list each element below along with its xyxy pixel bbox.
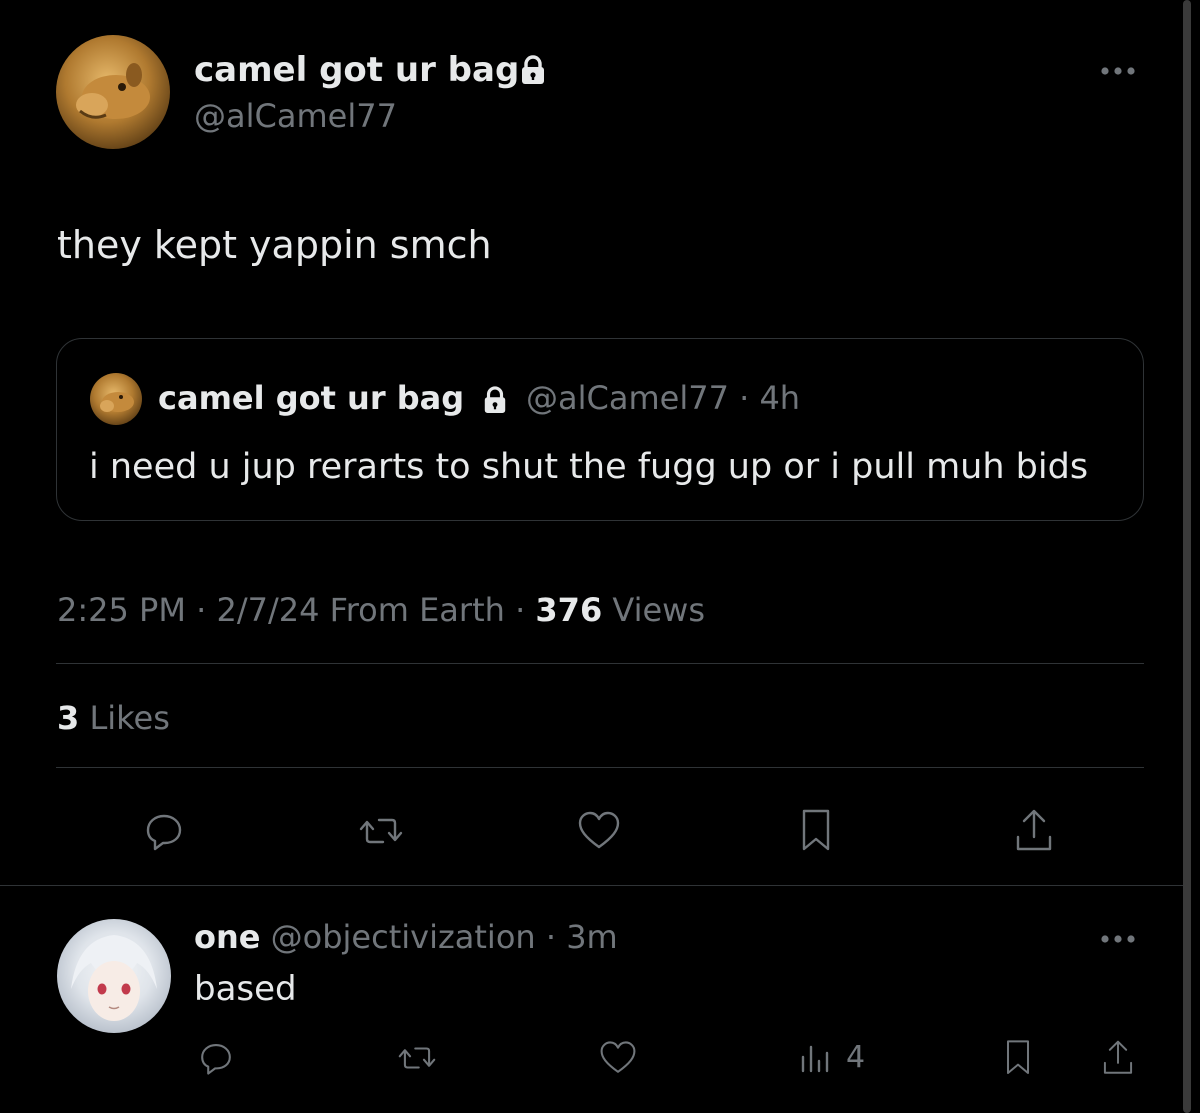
reply-time[interactable]: 3m	[566, 918, 618, 956]
views-stat[interactable]: 4	[798, 1034, 865, 1082]
bookmark-icon[interactable]	[994, 1034, 1042, 1082]
author-display-name[interactable]: camel got ur bag	[194, 48, 519, 92]
tweet-time[interactable]: 2:25 PM	[57, 591, 186, 629]
separator-dot: ·	[515, 591, 526, 629]
quoted-text: i need u jup rerarts to shut the fugg up…	[89, 447, 1089, 487]
camel-avatar-icon	[76, 63, 150, 119]
divider	[56, 767, 1144, 768]
quoted-time: 4h	[759, 379, 801, 417]
likes-stat[interactable]: 3 Likes	[57, 696, 170, 740]
likes-count: 3	[57, 699, 80, 737]
divider	[0, 885, 1183, 886]
likes-label: Likes	[89, 699, 170, 737]
views-count: 4	[846, 1040, 866, 1075]
views-label: Views	[612, 591, 705, 629]
reply-text: based	[194, 969, 297, 1009]
reply-handle[interactable]: @objectivization	[271, 918, 536, 956]
tweet-source: From Earth	[329, 591, 505, 629]
quoted-display-name: camel got ur bag	[158, 379, 465, 417]
tweet-meta: 2:25 PM · 2/7/24 From Earth · 376 Views	[57, 588, 705, 632]
author-avatar[interactable]	[56, 35, 170, 149]
camel-avatar-icon	[100, 392, 134, 412]
reply-icon[interactable]	[192, 1034, 240, 1082]
reply-header: one @objectivization · 3m	[194, 915, 618, 959]
retweet-icon[interactable]	[351, 801, 411, 861]
tweet-text: they kept yappin smch	[57, 223, 492, 267]
reply-icon[interactable]	[134, 801, 194, 861]
quoted-handle: @alCamel77	[526, 379, 729, 417]
anime-avatar-icon	[71, 935, 157, 1021]
like-icon[interactable]	[569, 801, 629, 861]
like-icon[interactable]	[594, 1034, 642, 1082]
bookmark-icon[interactable]	[786, 801, 846, 861]
quoted-lock-icon	[482, 385, 508, 415]
tweet-date[interactable]: 2/7/24	[216, 591, 319, 629]
retweet-icon[interactable]	[393, 1034, 441, 1082]
share-icon[interactable]	[1094, 1034, 1142, 1082]
separator-dot: ·	[739, 379, 750, 417]
author-handle[interactable]: @alCamel77	[194, 94, 397, 138]
more-icon[interactable]	[1094, 926, 1142, 952]
lock-icon	[519, 54, 547, 86]
divider	[56, 663, 1144, 664]
separator-dot: ·	[545, 918, 557, 956]
scrollbar[interactable]	[1183, 0, 1191, 1113]
more-icon[interactable]	[1094, 58, 1142, 84]
views-icon	[798, 1041, 832, 1075]
quoted-author-avatar	[90, 373, 142, 425]
share-icon[interactable]	[1004, 801, 1064, 861]
reply-display-name[interactable]: one	[194, 918, 260, 956]
quoted-meta: @alCamel77 · 4h	[526, 376, 800, 420]
views-count: 376	[535, 591, 603, 629]
separator-dot: ·	[196, 591, 207, 629]
reply-avatar[interactable]	[57, 919, 171, 1033]
quoted-tweet-card[interactable]	[56, 338, 1144, 521]
